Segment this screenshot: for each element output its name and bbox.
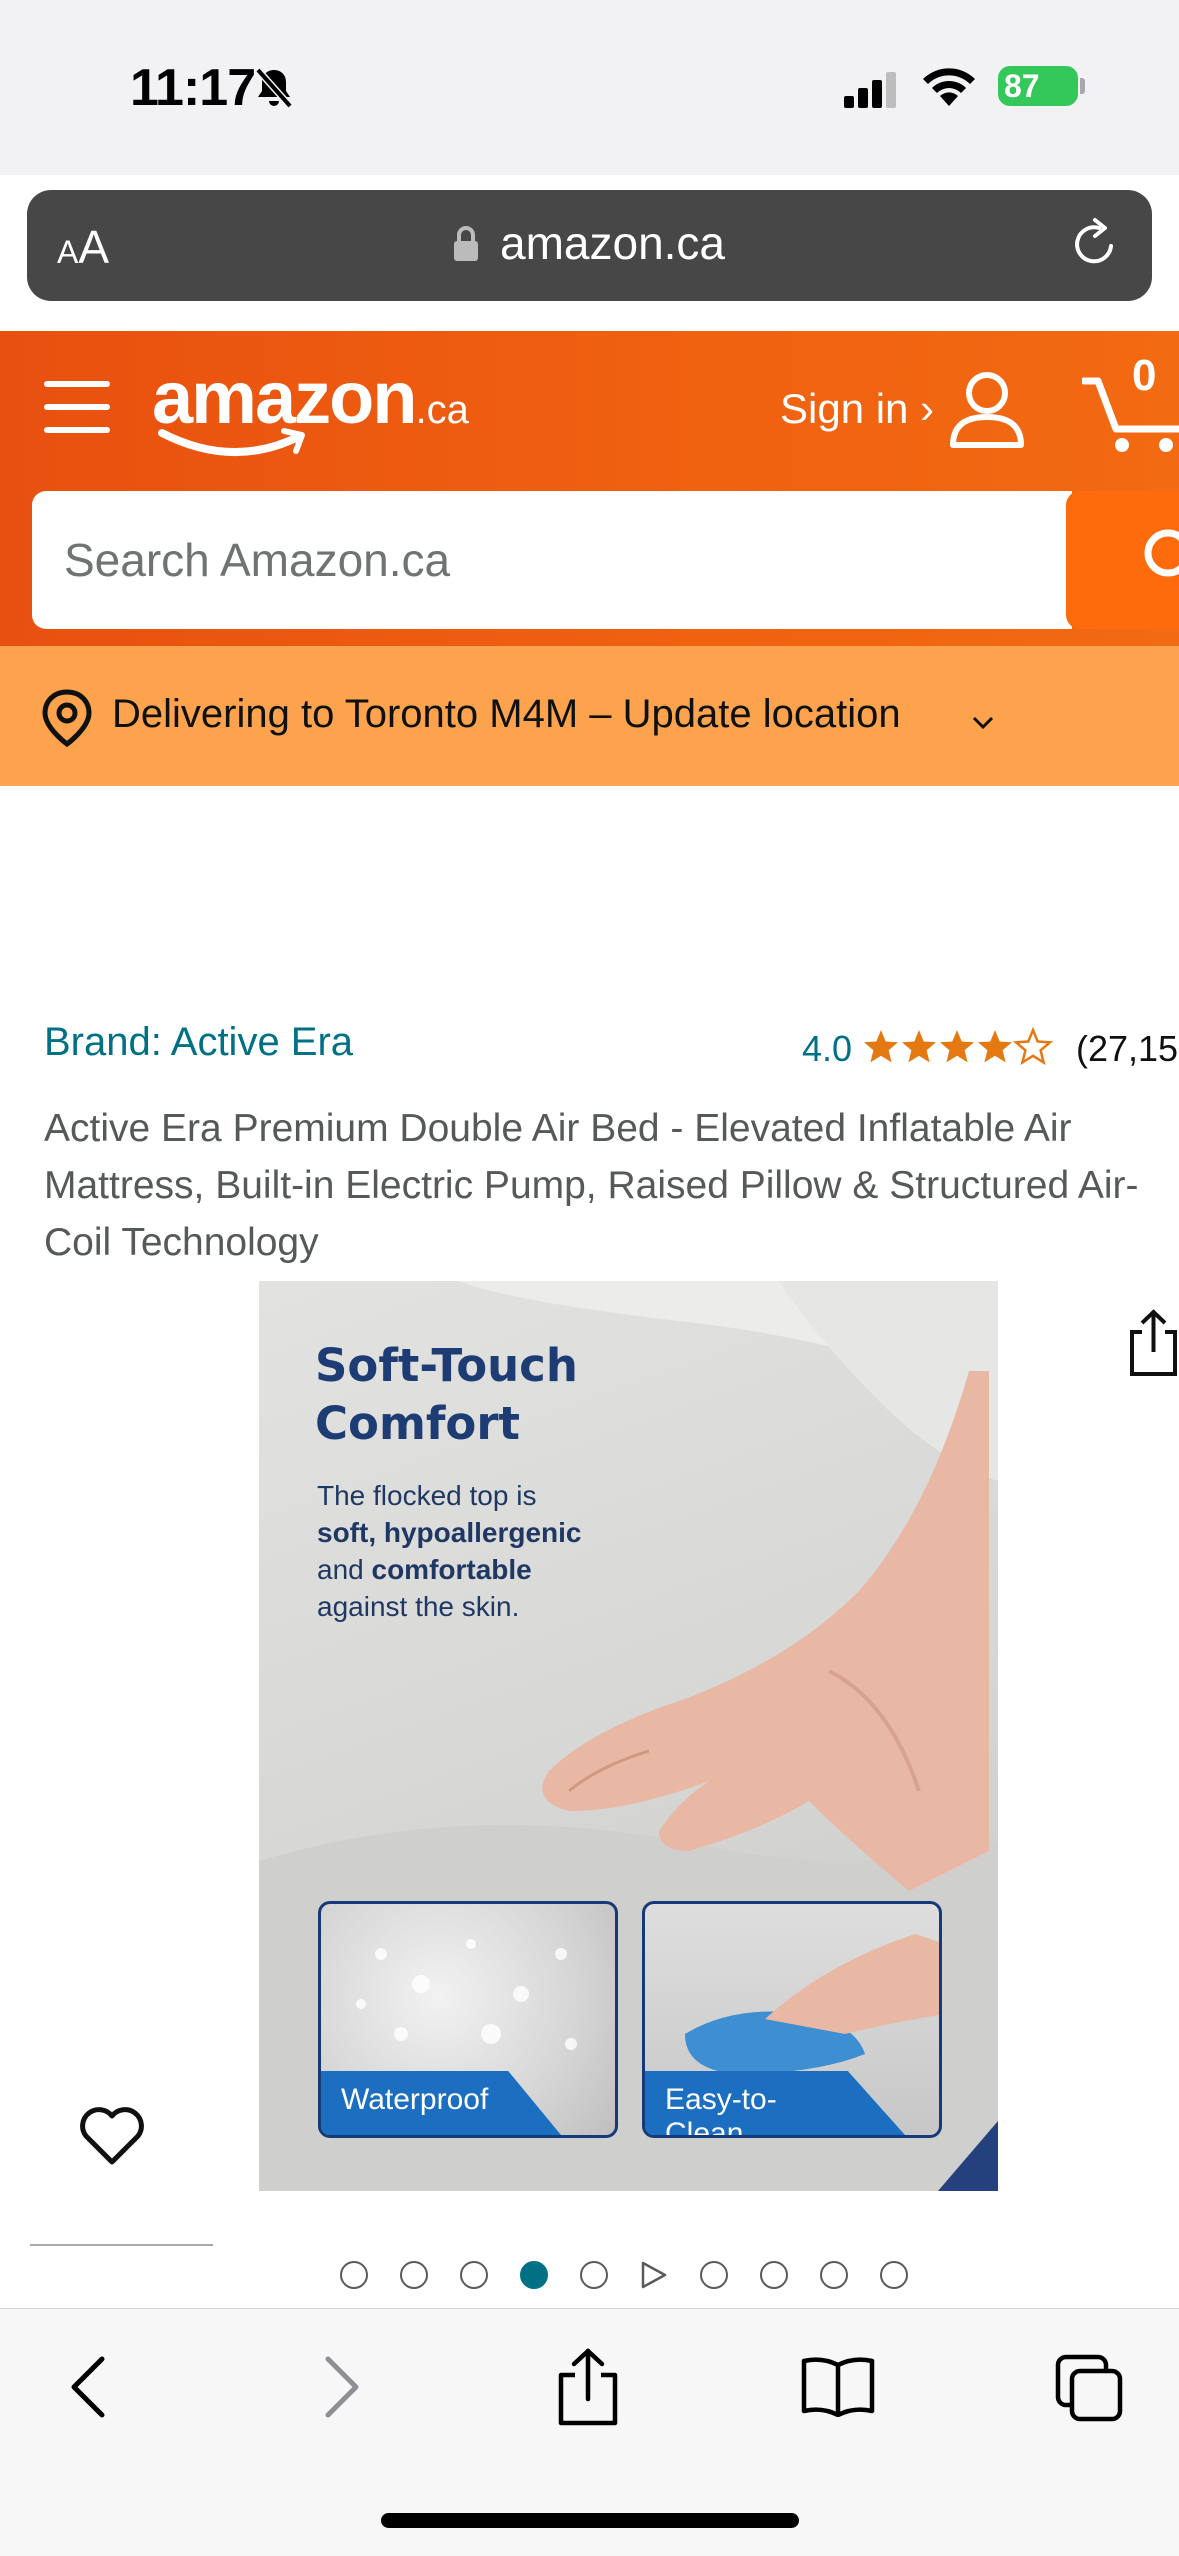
video-play-icon[interactable] [640, 2260, 668, 2290]
status-time: 11:17 [130, 59, 256, 117]
share-sheet-icon[interactable] [555, 2347, 621, 2427]
carousel-dot[interactable] [700, 2261, 728, 2289]
brand-link[interactable]: Brand: Active Era [44, 1020, 353, 1065]
cart-count: 0 [1132, 351, 1157, 400]
cart-icon[interactable] [1082, 365, 1179, 455]
bookmarks-icon[interactable] [800, 2355, 876, 2417]
delivery-location-bar[interactable]: Delivering to Toronto M4M – Update locat… [0, 646, 1179, 786]
address-bar[interactable]: AA amazon.ca [27, 190, 1152, 301]
text-size-button[interactable]: AA [57, 220, 109, 274]
star-rating-icon[interactable] [862, 1026, 1058, 1066]
carousel-dot[interactable] [820, 2261, 848, 2289]
easy-clean-tile: Easy-to-Clean [642, 1901, 942, 2138]
product-image[interactable]: Soft-Touch Comfort The flocked top is so… [259, 1281, 998, 2191]
review-count[interactable]: (27,15 [1076, 1028, 1178, 1070]
tabs-icon[interactable] [1054, 2353, 1124, 2423]
wifi-icon [923, 68, 975, 106]
search-icon [1144, 529, 1179, 577]
sign-in-link[interactable]: Sign in › [780, 385, 934, 433]
rating-value[interactable]: 4.0 [802, 1028, 852, 1070]
carousel-dot-active[interactable] [520, 2261, 548, 2289]
carousel-dot[interactable] [760, 2261, 788, 2289]
amazon-smile-icon [158, 428, 305, 457]
battery-indicator: 87 [998, 66, 1078, 106]
search-button[interactable] [1066, 491, 1179, 629]
home-indicator [381, 2513, 799, 2528]
cellular-signal-icon [844, 72, 896, 108]
carousel-dot[interactable] [340, 2261, 368, 2289]
delivery-location-text[interactable]: Delivering to Toronto M4M – Update locat… [112, 692, 901, 737]
share-icon[interactable] [1128, 1308, 1179, 1378]
carousel-dot[interactable] [880, 2261, 908, 2289]
reload-icon[interactable] [1067, 216, 1123, 272]
carousel-dot[interactable] [580, 2261, 608, 2289]
amazon-header: amazon.ca Sign in › 0 [0, 331, 1179, 646]
menu-icon[interactable] [44, 377, 110, 437]
waterproof-tile: Waterproof [318, 1901, 618, 2138]
search-input[interactable] [32, 491, 1072, 629]
location-pin-icon [42, 689, 92, 748]
status-bar: 11:17 87 [0, 0, 1179, 175]
search-bar [32, 491, 1179, 629]
heart-icon[interactable] [78, 2104, 146, 2166]
forward-icon[interactable] [322, 2355, 362, 2419]
image-description: The flocked top is soft, hypoallergenic … [317, 1480, 582, 1622]
chevron-down-icon [972, 716, 994, 730]
divider [30, 2244, 213, 2246]
silent-bell-icon [255, 67, 293, 109]
image-carousel-dots[interactable] [340, 2258, 940, 2292]
carousel-dot[interactable] [400, 2261, 428, 2289]
user-icon[interactable] [948, 369, 1026, 449]
url-text[interactable]: amazon.ca [500, 216, 725, 270]
hand-icon [542, 1371, 989, 1891]
battery-cap [1080, 78, 1085, 94]
back-icon[interactable] [68, 2355, 108, 2419]
product-title: Active Era Premium Double Air Bed - Elev… [44, 1107, 1139, 1264]
lock-icon [454, 226, 478, 261]
image-headline: Soft-Touch Comfort [315, 1339, 578, 1450]
carousel-dot[interactable] [460, 2261, 488, 2289]
